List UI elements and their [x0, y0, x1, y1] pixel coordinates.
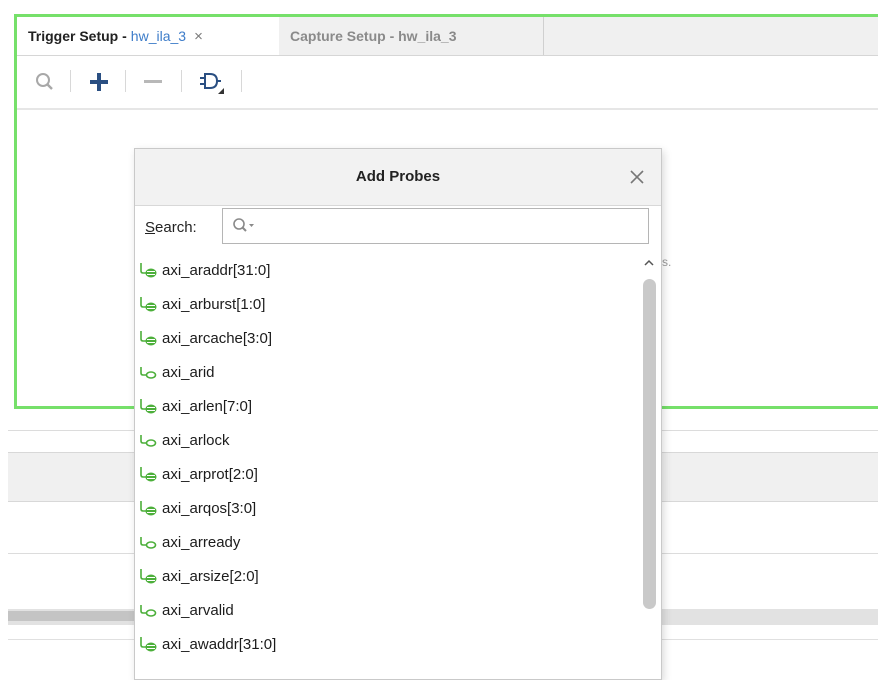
toolbar	[17, 56, 878, 110]
tab-trigger-setup[interactable]: Trigger Setup - hw_ila_3 ×	[17, 17, 279, 55]
search-label: Search:	[145, 219, 197, 236]
probe-list-item[interactable]: axi_arcache[3:0]	[135, 322, 635, 356]
probe-name: axi_arvalid	[162, 602, 234, 619]
probe-list: axi_araddr[31:0] axi_arburst[1:0] axi_arca…	[135, 254, 635, 679]
tab-trigger-label: Trigger Setup -	[28, 28, 127, 44]
signal-probe-icon	[138, 364, 158, 382]
probe-list-item[interactable]: axi_arburst[1:0]	[135, 288, 635, 322]
search-label-mnemonic: S	[145, 219, 156, 236]
probe-name: axi_arcache[3:0]	[162, 330, 273, 347]
tab-trigger-core: hw_ila_3	[130, 28, 187, 44]
dialog-title: Add Probes	[355, 168, 441, 185]
probe-name: axi_arlock	[162, 432, 230, 449]
probe-list-item[interactable]: axi_arlen[7:0]	[135, 390, 635, 424]
search-label-text: earch:	[155, 219, 197, 236]
probe-list-item[interactable]: axi_arid	[135, 356, 635, 390]
add-icon[interactable]	[83, 66, 115, 98]
probe-name: axi_arburst[1:0]	[162, 296, 266, 313]
background-hint-text: s.	[662, 255, 672, 269]
bus-probe-icon	[138, 500, 158, 518]
toolbar-separator	[125, 70, 126, 92]
probe-list-item[interactable]: axi_araddr[31:0]	[135, 254, 635, 288]
probe-name: axi_arready	[162, 534, 241, 551]
bus-probe-icon	[138, 466, 158, 484]
probe-list-item[interactable]: axi_arready	[135, 526, 635, 560]
tab-close-icon[interactable]: ×	[194, 28, 203, 45]
gate-icon[interactable]	[195, 66, 227, 98]
probe-list-item[interactable]: axi_arvalid	[135, 594, 635, 628]
add-probes-dialog: Add Probes Search: axi_araddr[31:0] axi_a…	[134, 148, 662, 680]
probe-name: axi_arqos[3:0]	[162, 500, 257, 517]
probe-name: axi_arid	[162, 364, 215, 381]
bus-probe-icon	[138, 398, 158, 416]
probe-list-item[interactable]: axi_arsize[2:0]	[135, 560, 635, 594]
signal-probe-icon	[138, 602, 158, 620]
tab-capture-setup[interactable]: Capture Setup - hw_ila_3	[279, 17, 544, 55]
probe-name: axi_araddr[31:0]	[162, 262, 271, 279]
search-input[interactable]	[263, 215, 637, 239]
probe-list-item[interactable]: axi_arprot[2:0]	[135, 458, 635, 492]
probe-list-item[interactable]: axi_arlock	[135, 424, 635, 458]
scroll-up-icon[interactable]	[640, 256, 658, 270]
bus-probe-icon	[138, 296, 158, 314]
probe-list-item[interactable]: axi_arqos[3:0]	[135, 492, 635, 526]
vertical-scrollbar-thumb[interactable]	[643, 279, 656, 609]
toolbar-separator	[241, 70, 242, 92]
probe-name: axi_arsize[2:0]	[162, 568, 259, 585]
signal-probe-icon	[138, 534, 158, 552]
toolbar-separator	[70, 70, 71, 92]
remove-icon[interactable]	[137, 66, 169, 98]
bus-probe-icon	[138, 330, 158, 348]
search-icon[interactable]	[29, 66, 61, 98]
probe-name: axi_arlen[7:0]	[162, 398, 253, 415]
signal-probe-icon	[138, 432, 158, 450]
search-dropdown-icon[interactable]	[231, 216, 259, 236]
bus-probe-icon	[138, 262, 158, 280]
bus-probe-icon	[138, 636, 158, 654]
bus-probe-icon	[138, 568, 158, 586]
probe-name: axi_arprot[2:0]	[162, 466, 258, 483]
probe-name: axi_awaddr[31:0]	[162, 636, 277, 653]
search-field[interactable]	[222, 208, 649, 244]
toolbar-separator	[181, 70, 182, 92]
probe-list-item[interactable]: axi_awaddr[31:0]	[135, 628, 635, 662]
tab-strip: Trigger Setup - hw_ila_3 × Capture Setup…	[17, 17, 878, 56]
close-icon[interactable]	[625, 165, 649, 189]
